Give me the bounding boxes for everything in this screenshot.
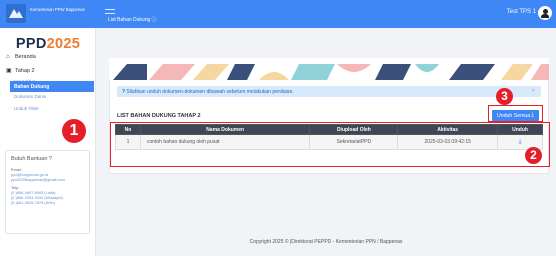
help-box: Butuh Bantuan ? Email : ppd@bappenas.go.… bbox=[5, 150, 90, 234]
brand-title: PPD2025 bbox=[15, 36, 81, 52]
list-title: LIST BAHAN DUKUNG TAHAP 2 bbox=[117, 113, 201, 119]
footer-copyright: Copyright 2025 © |Direktorat PEPPD - Kem… bbox=[249, 239, 403, 245]
decorative-banner bbox=[109, 58, 549, 80]
info-icon: ❓︎ bbox=[122, 88, 126, 95]
annotation-marker-2: 2 bbox=[525, 147, 542, 164]
user-name[interactable]: Test TPS 1 bbox=[507, 9, 536, 15]
help-title: Butuh Bantuan ? bbox=[11, 156, 52, 162]
annotation-marker-1: 1 bbox=[62, 119, 86, 143]
alert-text: ❓︎ Silahkan unduh dokumen-dokumen dibawa… bbox=[122, 88, 294, 95]
sidebar-item-unduh-fitlet[interactable]: Unduh Fitlet bbox=[14, 106, 38, 111]
sidebar-item-tahap-2[interactable]: ▣ Tahap 2 bbox=[6, 67, 35, 74]
annotation-marker-3: 3 bbox=[496, 88, 513, 105]
user-avatar-icon[interactable] bbox=[538, 6, 552, 20]
logo-text: Kementerian PPN/ Bappenas bbox=[30, 7, 85, 12]
folder-icon: ▣ bbox=[6, 68, 12, 74]
home-icon: ⌂ bbox=[6, 54, 10, 60]
sidebar-item-beranda[interactable]: ⌂ Beranda bbox=[6, 54, 36, 60]
alert-close-icon[interactable]: × bbox=[532, 88, 535, 94]
top-bar: Kementerian PPN/ Bappenas Test TPS 1 bbox=[0, 0, 556, 28]
help-phone-3[interactable]: (0 )851-3929-7878 (Arfin) bbox=[11, 200, 84, 205]
help-email-2[interactable]: ppd2025bappenas@gmail.com bbox=[11, 177, 84, 182]
sidebar-item-dokumen[interactable]: Dokumen Danis bbox=[14, 94, 46, 99]
annotation-box-table bbox=[110, 122, 550, 167]
bappenas-logo-icon bbox=[6, 4, 26, 23]
annotation-box-download-all bbox=[488, 105, 543, 122]
info-alert: ❓︎ Silahkan unduh dokumen-dokumen dibawa… bbox=[117, 86, 541, 97]
sidebar-item-bahan-dukung[interactable]: Bahan Dukung bbox=[10, 81, 94, 92]
tab-list-bahan-dukung[interactable]: List Bahan Dukung ⓘ bbox=[104, 14, 161, 24]
